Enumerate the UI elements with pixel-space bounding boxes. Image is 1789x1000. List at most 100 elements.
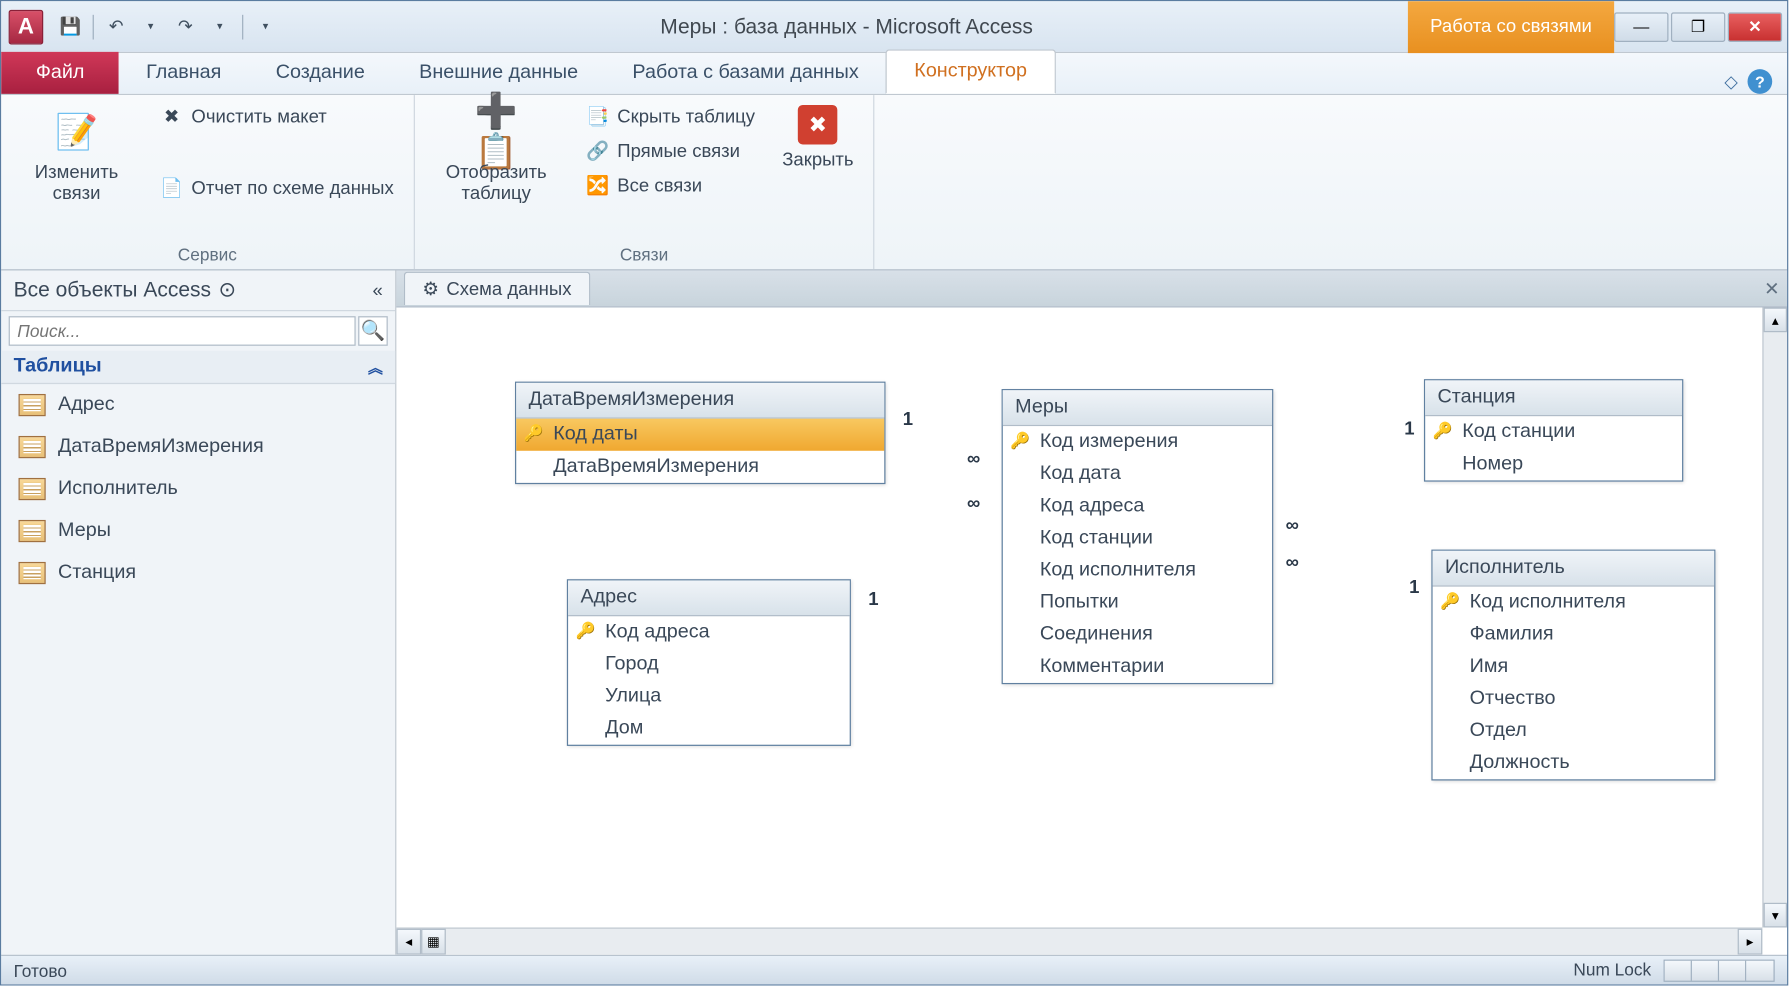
redo-icon[interactable]: ↷ bbox=[170, 12, 200, 42]
view-button[interactable] bbox=[1665, 960, 1692, 980]
clear-layout-button[interactable]: ✖ Очистить макет bbox=[149, 100, 403, 132]
table-field[interactable]: Номер bbox=[1425, 448, 1682, 480]
nav-dropdown-icon[interactable]: ⊙ bbox=[218, 278, 236, 303]
table-field[interactable]: Фамилия bbox=[1433, 619, 1715, 651]
view-switcher[interactable] bbox=[1664, 959, 1775, 981]
scroll-down-icon[interactable]: ▾ bbox=[1764, 903, 1787, 928]
table-field[interactable]: Код адреса bbox=[1003, 490, 1272, 522]
vertical-scrollbar[interactable]: ▴ ▾ bbox=[1762, 308, 1787, 928]
main-area: Все объекты Access ⊙ « 🔍 Таблицы ︽ Адрес… bbox=[1, 270, 1787, 954]
tab-schema[interactable]: ⚙ Схема данных bbox=[404, 272, 590, 305]
horizontal-scrollbar[interactable]: ◂ ▦ ▸ bbox=[396, 927, 1762, 954]
table-field[interactable]: Код дата bbox=[1003, 458, 1272, 490]
close-relations-label: Закрыть bbox=[782, 149, 853, 170]
nav-item-datetime[interactable]: ДатаВремяИзмерения bbox=[1, 426, 395, 468]
schema-tab-icon: ⚙ bbox=[422, 278, 439, 300]
close-relations-button[interactable]: ✖ Закрыть bbox=[772, 100, 863, 175]
table-box-measures[interactable]: Меры Код измерения Код дата Код адреса К… bbox=[1002, 389, 1274, 684]
relationship-canvas[interactable]: ДатаВремяИзмерения Код даты ДатаВремяИзм… bbox=[396, 308, 1787, 955]
table-icon bbox=[19, 394, 46, 416]
table-title: ДатаВремяИзмерения bbox=[516, 383, 884, 419]
view-button[interactable] bbox=[1719, 960, 1746, 980]
nav-item-station[interactable]: Станция bbox=[1, 552, 395, 594]
undo-icon[interactable]: ↶ bbox=[101, 12, 131, 42]
table-field[interactable]: Код исполнителя bbox=[1433, 587, 1715, 619]
ribbon-group-relations: ➕📋 Отобразить таблицу 📑 Скрыть таблицу 🔗… bbox=[415, 95, 875, 269]
table-title: Адрес bbox=[568, 580, 850, 616]
table-box-address[interactable]: Адрес Код адреса Город Улица Дом bbox=[567, 579, 851, 746]
search-button[interactable]: 🔍 bbox=[358, 316, 388, 346]
table-field[interactable]: Соединения bbox=[1003, 619, 1272, 651]
nav-collapse-icon[interactable]: « bbox=[373, 280, 383, 301]
undo-dropdown-icon[interactable]: ▾ bbox=[136, 12, 166, 42]
table-field[interactable]: Код исполнителя bbox=[1003, 555, 1272, 587]
nav-item-measures[interactable]: Меры bbox=[1, 510, 395, 552]
table-icon bbox=[19, 562, 46, 584]
nav-item-performer[interactable]: Исполнитель bbox=[1, 468, 395, 510]
hide-table-button[interactable]: 📑 Скрыть таблицу bbox=[575, 100, 765, 132]
all-relations-label: Все связи bbox=[617, 175, 702, 196]
help-icon[interactable]: ? bbox=[1748, 69, 1773, 94]
table-field[interactable]: Отдел bbox=[1433, 715, 1715, 747]
edit-relations-label: Изменить связи bbox=[21, 162, 132, 204]
save-icon[interactable]: 💾 bbox=[56, 12, 86, 42]
view-button[interactable] bbox=[1746, 960, 1773, 980]
minimize-button[interactable]: — bbox=[1614, 12, 1668, 42]
scroll-right-icon[interactable]: ▸ bbox=[1738, 929, 1763, 955]
table-field[interactable]: Город bbox=[568, 648, 850, 680]
status-numlock: Num Lock bbox=[1573, 959, 1651, 981]
clear-icon: ✖ bbox=[159, 104, 184, 129]
tab-design[interactable]: Конструктор bbox=[886, 49, 1055, 93]
close-icon: ✖ bbox=[798, 105, 838, 145]
maximize-button[interactable]: ❐ bbox=[1671, 12, 1725, 42]
table-field[interactable]: Имя bbox=[1433, 651, 1715, 683]
scroll-left-icon[interactable]: ◂ bbox=[396, 929, 421, 955]
qat-customize-icon[interactable]: ▾ bbox=[251, 12, 281, 42]
tab-external-data[interactable]: Внешние данные bbox=[392, 52, 605, 94]
table-field[interactable]: Код станции bbox=[1425, 416, 1682, 448]
nav-group-tables[interactable]: Таблицы ︽ bbox=[1, 351, 395, 384]
table-field[interactable]: Должность bbox=[1433, 747, 1715, 779]
table-field[interactable]: Комментарии bbox=[1003, 651, 1272, 683]
rel-cardinality-one: 1 bbox=[1402, 419, 1417, 440]
scroll-first-icon[interactable]: ▦ bbox=[421, 929, 446, 955]
table-icon bbox=[19, 436, 46, 458]
table-field[interactable]: Отчество bbox=[1433, 683, 1715, 715]
tab-database-tools[interactable]: Работа с базами данных bbox=[605, 52, 886, 94]
nav-header-label: Все объекты Access bbox=[14, 278, 211, 303]
all-relations-button[interactable]: 🔀 Все связи bbox=[575, 169, 765, 201]
nav-item-label: ДатаВремяИзмерения bbox=[58, 436, 264, 458]
app-window: A 💾 ↶ ▾ ↷ ▾ ▾ Меры : база данных - Micro… bbox=[0, 0, 1788, 986]
table-field[interactable]: Попытки bbox=[1003, 587, 1272, 619]
tab-create[interactable]: Создание bbox=[249, 52, 392, 94]
direct-relations-button[interactable]: 🔗 Прямые связи bbox=[575, 135, 765, 167]
tab-file[interactable]: Файл bbox=[1, 52, 119, 94]
scroll-up-icon[interactable]: ▴ bbox=[1764, 308, 1787, 333]
rel-cardinality-many: ∞ bbox=[1283, 552, 1301, 573]
close-button[interactable]: ✕ bbox=[1728, 12, 1782, 42]
rel-cardinality-many: ∞ bbox=[1283, 515, 1301, 536]
nav-group-label: Таблицы bbox=[14, 356, 102, 378]
tab-home[interactable]: Главная bbox=[119, 52, 249, 94]
nav-header[interactable]: Все объекты Access ⊙ « bbox=[1, 270, 395, 311]
search-input[interactable] bbox=[9, 316, 356, 346]
nav-item-address[interactable]: Адрес bbox=[1, 384, 395, 426]
ribbon-collapse-icon[interactable]: ◇ bbox=[1724, 71, 1737, 92]
table-field[interactable]: Код станции bbox=[1003, 522, 1272, 554]
show-table-button[interactable]: ➕📋 Отобразить таблицу bbox=[425, 100, 568, 209]
table-field[interactable]: ДатаВремяИзмерения bbox=[516, 451, 884, 483]
tab-close-icon[interactable]: ✕ bbox=[1764, 277, 1780, 299]
table-box-performer[interactable]: Исполнитель Код исполнителя Фамилия Имя … bbox=[1431, 550, 1715, 781]
table-field[interactable]: Код измерения bbox=[1003, 426, 1272, 458]
table-field[interactable]: Дом bbox=[568, 713, 850, 745]
scroll-track[interactable] bbox=[446, 929, 1738, 955]
table-box-datetime[interactable]: ДатаВремяИзмерения Код даты ДатаВремяИзм… bbox=[515, 382, 886, 485]
view-button[interactable] bbox=[1692, 960, 1719, 980]
edit-relations-button[interactable]: 📝 Изменить связи bbox=[11, 100, 142, 209]
schema-report-button[interactable]: 📄 Отчет по схеме данных bbox=[149, 172, 403, 204]
redo-dropdown-icon[interactable]: ▾ bbox=[205, 12, 235, 42]
table-field[interactable]: Код даты bbox=[516, 419, 884, 451]
table-box-station[interactable]: Станция Код станции Номер bbox=[1424, 379, 1683, 482]
table-field[interactable]: Улица bbox=[568, 680, 850, 712]
table-field[interactable]: Код адреса bbox=[568, 616, 850, 648]
